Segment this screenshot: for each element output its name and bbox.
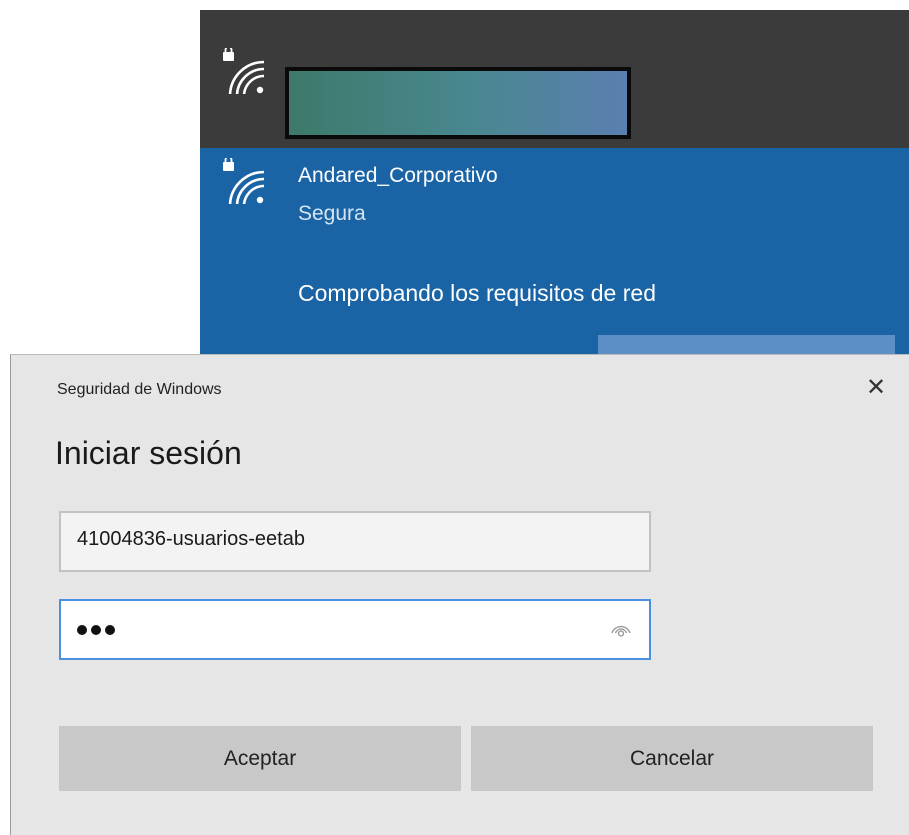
password-mask bbox=[77, 625, 115, 637]
username-field[interactable]: 41004836-usuarios-eetab bbox=[59, 511, 651, 572]
dialog-window-title: Seguridad de Windows bbox=[57, 381, 222, 398]
close-button[interactable]: ✕ bbox=[859, 371, 893, 405]
password-mask-dot bbox=[91, 625, 101, 635]
network-security-status: Segura bbox=[298, 202, 366, 225]
windows-security-dialog: Seguridad de Windows ✕ Iniciar sesión 41… bbox=[10, 354, 909, 835]
network-name: Andared_Corporativo bbox=[298, 164, 498, 187]
dialog-heading: Iniciar sesión bbox=[55, 435, 242, 471]
accept-button[interactable]: Aceptar bbox=[59, 726, 461, 791]
network-progress-text: Comprobando los requisitos de red bbox=[298, 280, 656, 306]
close-icon: ✕ bbox=[865, 374, 887, 401]
password-field[interactable] bbox=[59, 599, 651, 660]
password-mask-dot bbox=[77, 625, 87, 635]
wifi-locked-icon bbox=[223, 158, 265, 204]
redacted-network-name bbox=[285, 67, 631, 139]
eye-icon[interactable] bbox=[609, 618, 633, 642]
password-mask-dot bbox=[105, 625, 115, 635]
cancel-button[interactable]: Cancelar bbox=[471, 726, 873, 791]
network-item-connected[interactable] bbox=[200, 10, 909, 148]
wifi-locked-icon bbox=[223, 48, 265, 94]
username-value: 41004836-usuarios-eetab bbox=[77, 528, 305, 550]
network-flyout: Andared_Corporativo Segura Comprobando l… bbox=[200, 0, 909, 360]
